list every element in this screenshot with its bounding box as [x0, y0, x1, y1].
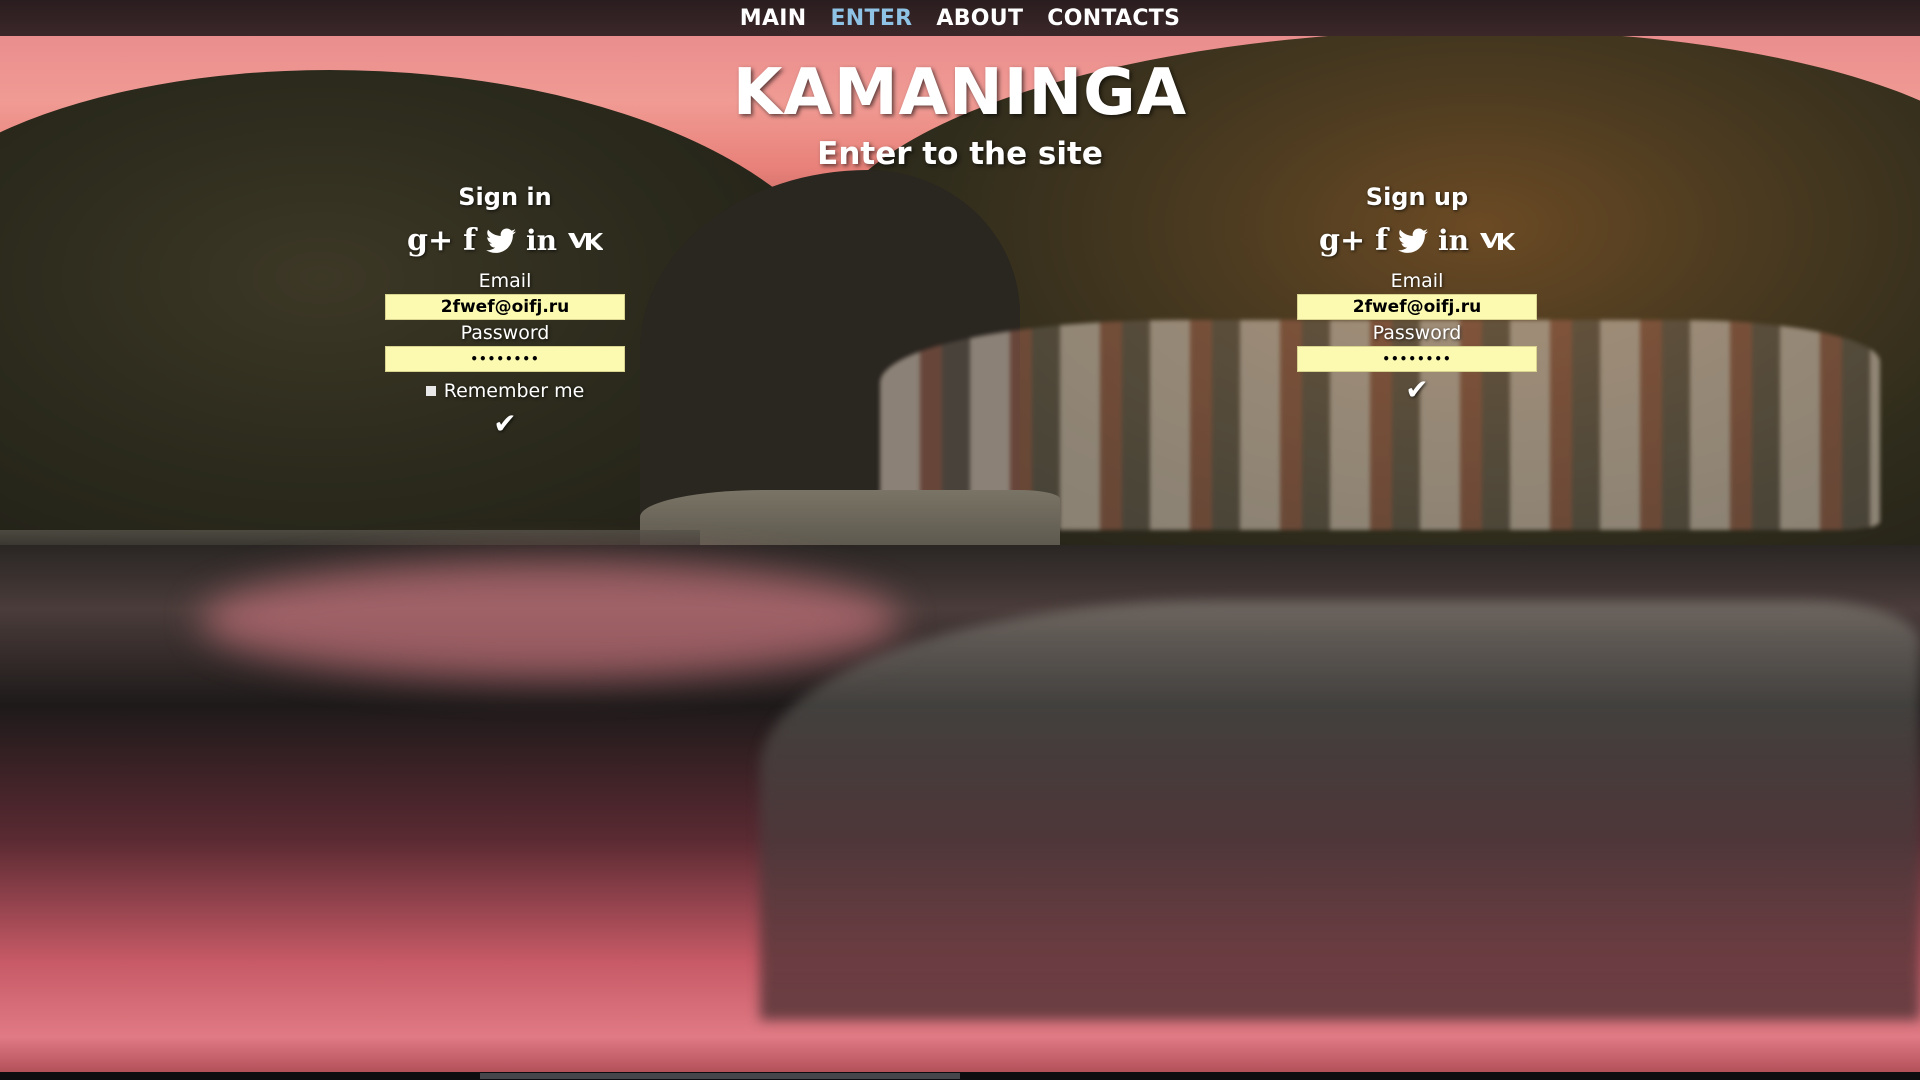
signin-email-field[interactable]	[385, 294, 625, 320]
linkedin-icon[interactable]: in	[1438, 227, 1469, 255]
horizontal-scrollbar[interactable]	[0, 1072, 1920, 1080]
signup-password-field[interactable]	[1297, 346, 1537, 372]
signup-submit-button[interactable]: ✔	[1405, 374, 1428, 406]
nav-item-about[interactable]: ABOUT	[936, 6, 1023, 31]
signup-form: Sign up g+ f in Email Password ✔	[1295, 180, 1539, 406]
google-plus-icon[interactable]: g+	[407, 226, 453, 256]
sky-reflection	[200, 560, 900, 680]
facebook-icon[interactable]: f	[463, 226, 476, 256]
signin-email-label: Email	[478, 270, 532, 292]
twitter-icon[interactable]	[486, 228, 517, 254]
signin-password-field[interactable]	[385, 346, 625, 372]
nav-item-main[interactable]: MAIN	[740, 6, 807, 31]
village-reflection	[760, 600, 1920, 1020]
signin-password-label: Password	[460, 322, 550, 344]
facebook-icon[interactable]: f	[1375, 226, 1388, 256]
remember-me-row: Remember me	[383, 376, 627, 406]
signup-email-field[interactable]	[1297, 294, 1537, 320]
nav-item-enter[interactable]: ENTER	[830, 6, 912, 31]
linkedin-icon[interactable]: in	[526, 227, 557, 255]
remember-me-checkbox[interactable]	[425, 386, 436, 396]
vk-icon[interactable]	[567, 230, 604, 252]
signin-social-row: g+ f in	[383, 214, 627, 268]
top-navigation: MAIN ENTER ABOUT CONTACTS	[0, 0, 1920, 36]
signin-form: Sign in g+ f in Email Password Remember …	[383, 180, 627, 440]
signup-password-label: Password	[1372, 322, 1462, 344]
google-plus-icon[interactable]: g+	[1319, 226, 1365, 256]
signin-submit-button[interactable]: ✔	[493, 408, 516, 440]
signup-email-label: Email	[1390, 270, 1444, 292]
site-title: KAMANINGA	[732, 56, 1188, 130]
vk-icon[interactable]	[1479, 230, 1516, 252]
scrollbar-thumb[interactable]	[480, 1073, 960, 1079]
twitter-icon[interactable]	[1398, 228, 1429, 254]
page-subtitle: Enter to the site	[817, 136, 1103, 172]
signup-heading: Sign up	[1365, 183, 1469, 211]
signin-heading: Sign in	[458, 183, 552, 211]
nav-item-contacts[interactable]: CONTACTS	[1047, 6, 1180, 31]
remember-me-label: Remember me	[443, 380, 585, 402]
signup-social-row: g+ f in	[1295, 214, 1539, 268]
